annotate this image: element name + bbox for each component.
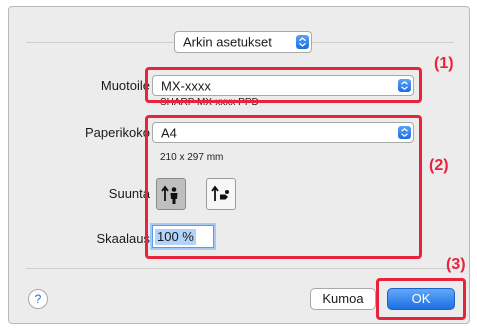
divider-right xyxy=(312,42,454,43)
callout-label-2: (2) xyxy=(429,157,449,174)
popup-stepper-icon xyxy=(296,35,309,49)
paper-size-label: Paperikoko xyxy=(84,125,150,140)
callout-frame-2 xyxy=(145,115,422,259)
bottom-divider xyxy=(26,268,454,269)
divider-left xyxy=(26,42,174,43)
callout-label-3: (3) xyxy=(446,256,466,273)
callout-label-1: (1) xyxy=(434,55,454,72)
callout-frame-3 xyxy=(376,278,466,320)
help-button[interactable]: ? xyxy=(28,289,48,309)
section-popup[interactable]: Arkin asetukset xyxy=(174,31,312,53)
callout-frame-1 xyxy=(145,67,422,103)
section-popup-label: Arkin asetukset xyxy=(183,34,272,50)
scale-label: Skaalaus xyxy=(96,231,150,246)
format-label: Muotoile xyxy=(100,78,150,93)
orientation-label: Suunta xyxy=(108,186,150,201)
cancel-button[interactable]: Kumoa xyxy=(310,288,376,310)
